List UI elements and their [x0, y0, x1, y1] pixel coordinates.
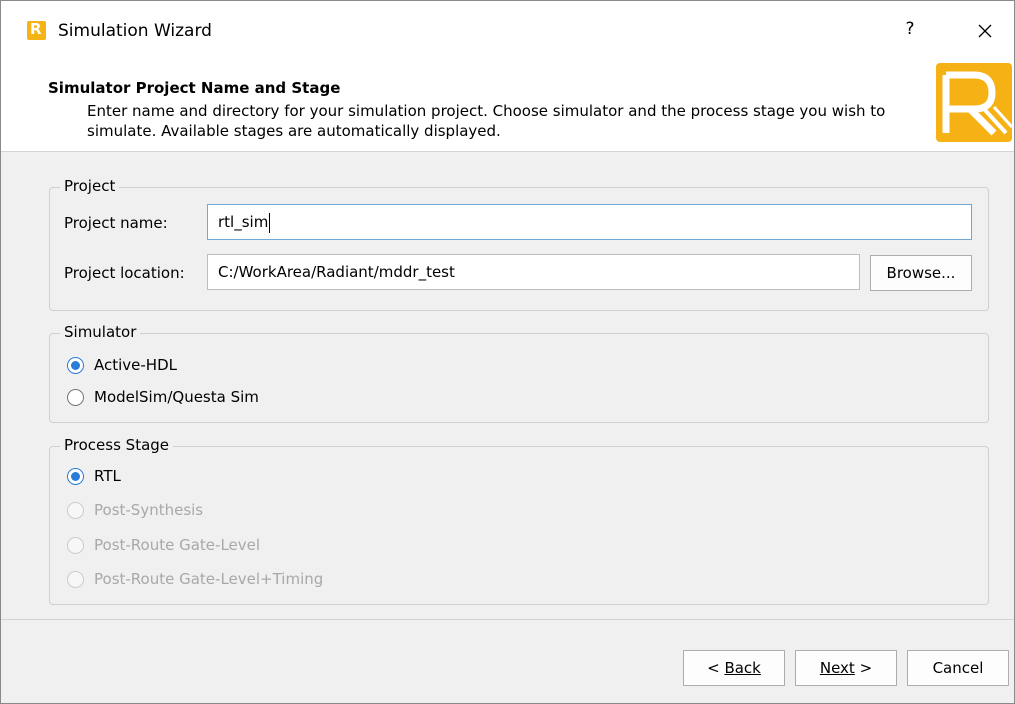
radio-button[interactable]: [67, 388, 84, 406]
page-description: Enter name and directory for your simula…: [87, 102, 886, 140]
help-button[interactable]: ?: [899, 19, 921, 41]
text-caret: [269, 212, 271, 233]
project-location-value: C:/WorkArea/Radiant/mddr_test: [218, 263, 455, 281]
stage-option-post-route-gate-level-timing: Post-Route Gate-Level+Timing: [67, 568, 323, 590]
stage-option-post-synthesis: Post-Synthesis: [67, 499, 203, 521]
simulation-wizard-dialog: R Simulation Wizard ? Simulator Project …: [0, 0, 1015, 704]
process-stage-group-title: Process Stage: [60, 436, 174, 454]
radio-label: Post-Route Gate-Level+Timing: [94, 570, 324, 588]
back-arrow: <: [707, 659, 725, 677]
simulator-option-modelsim[interactable]: ModelSim/Questa Sim: [67, 386, 259, 408]
back-button[interactable]: < Back: [683, 650, 785, 686]
radiant-app-icon: R: [27, 20, 46, 40]
next-arrow: >: [854, 659, 873, 677]
radiant-logo-icon: [942, 71, 1014, 136]
simulator-option-active-hdl[interactable]: Active-HDL: [67, 354, 177, 376]
next-button[interactable]: Next >: [795, 650, 897, 686]
project-location-input[interactable]: C:/WorkArea/Radiant/mddr_test: [207, 254, 860, 290]
radio-button: [67, 536, 84, 554]
project-name-input[interactable]: rtl_sim: [207, 204, 972, 240]
project-location-label: Project location:: [64, 264, 185, 282]
radio-label: Post-Route Gate-Level: [94, 536, 261, 554]
radio-label: Active-HDL: [94, 356, 177, 374]
simulator-group-title: Simulator: [60, 323, 141, 341]
title-bar[interactable]: R Simulation Wizard ?: [1, 1, 1014, 63]
next-label: Next: [819, 659, 855, 677]
radio-label: RTL: [94, 467, 121, 485]
close-icon: [978, 24, 992, 38]
radio-button[interactable]: [67, 356, 84, 374]
simulator-group: Simulator: [49, 323, 989, 423]
radio-label: ModelSim/Questa Sim: [94, 388, 259, 406]
radio-button: [67, 570, 84, 588]
stage-option-rtl[interactable]: RTL: [67, 465, 121, 487]
close-button[interactable]: [971, 17, 999, 45]
project-name-value: rtl_sim: [218, 213, 269, 231]
footer-divider: [1, 619, 1014, 620]
page-title: Simulator Project Name and Stage: [48, 79, 341, 97]
radiant-logo: [936, 63, 1014, 142]
radio-button: [67, 501, 84, 519]
window-title: Simulation Wizard: [58, 21, 212, 41]
radio-button[interactable]: [67, 467, 84, 485]
stage-option-post-route-gate-level: Post-Route Gate-Level: [67, 534, 260, 556]
cancel-button[interactable]: Cancel: [907, 650, 1009, 686]
back-label: Back: [724, 659, 761, 677]
radio-label: Post-Synthesis: [94, 501, 204, 519]
project-group-title: Project: [60, 177, 120, 195]
project-name-label: Project name:: [64, 214, 168, 232]
wizard-header: Simulator Project Name and Stage Enter n…: [1, 63, 1014, 152]
browse-button[interactable]: Browse...: [870, 255, 972, 291]
